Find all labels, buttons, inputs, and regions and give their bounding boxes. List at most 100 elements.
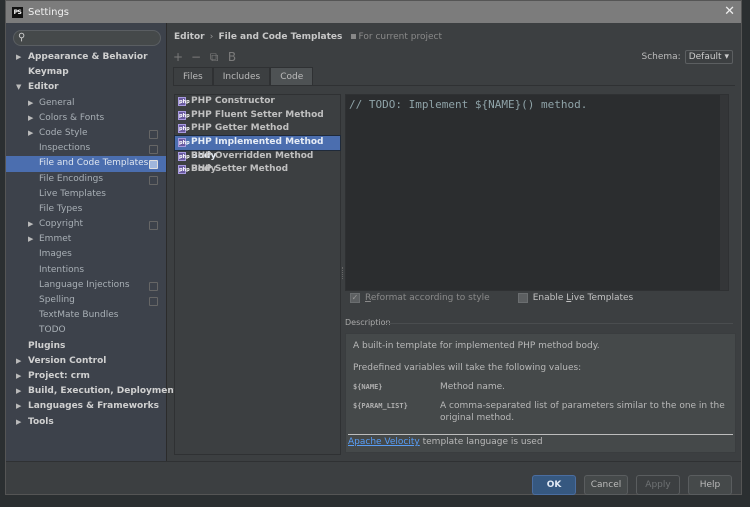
sidebar-item[interactable]: Images [6,247,166,262]
sidebar-item[interactable]: ▶ Emmet [6,232,166,247]
chevron-down-icon: ▾ [724,52,729,62]
template-item-label: PHP Constructor [191,96,275,106]
sidebar-item[interactable]: Intentions [6,263,166,278]
sidebar-item[interactable]: ▶ General [6,96,166,111]
editor-content[interactable]: // TODO: Implement ${NAME}() method. [349,98,587,111]
template-item[interactable]: php PHP Setter Method [175,163,340,177]
sidebar-item[interactable]: File Types [6,202,166,217]
php-file-icon: php [178,151,190,161]
collapse-arrow-icon[interactable]: ▶ [16,369,21,384]
project-scope-icon [149,221,158,231]
template-item-label: PHP Fluent Setter Method [191,109,324,120]
sidebar-item[interactable]: TextMate Bundles [6,308,166,323]
sidebar-item[interactable]: Spelling [6,293,166,308]
expand-arrow-icon[interactable]: ▼ [16,80,21,95]
checkbox-checked-icon: ✓ [350,293,360,303]
project-scope-icon [149,160,158,170]
project-icon [350,34,356,39]
sidebar-item[interactable]: ▶ Code Style [6,126,166,141]
reformat-checkbox[interactable]: ✓ Reformat according to style [350,293,490,303]
sidebar-item-label: Plugins [28,340,66,351]
schema-selector: Schema: Default ▾ [641,50,733,64]
copy-icon[interactable]: ⧉ [208,50,220,65]
php-file-icon: php [178,110,190,120]
sidebar-item[interactable]: Language Injections [6,278,166,293]
sidebar-item[interactable]: Inspections [6,141,166,156]
sidebar-item-label: Copyright [39,219,83,230]
description-footer: Apache Velocity template language is use… [348,437,543,447]
tab-files[interactable]: Files [173,67,213,86]
sidebar-item[interactable]: ▶ Version Control [6,354,166,369]
sidebar-item-label: Language Injections [39,279,130,290]
template-item[interactable]: php PHP Constructor [175,95,340,109]
sidebar-item[interactable]: ▶ Project: crm [6,369,166,384]
schema-value: Default [688,52,722,62]
sidebar-item-label: Spelling [39,295,75,305]
sidebar-item-label: Version Control [28,355,107,366]
editor-scrollbar[interactable] [720,95,728,290]
sidebar-item[interactable]: ▶ Tools [6,415,166,430]
sidebar-item-label: Images [39,249,72,260]
description-panel: A built-in template for implemented PHP … [345,333,736,453]
help-button[interactable]: Help [688,475,732,495]
sidebar-item-label: Appearance & Behavior [28,52,148,62]
close-icon[interactable]: ✕ [724,4,735,19]
description-intro: A built-in template for implemented PHP … [353,341,600,351]
collapse-arrow-icon[interactable]: ▶ [16,384,21,399]
sidebar-item[interactable]: ▶ Languages & Frameworks [6,399,166,414]
sidebar-item[interactable]: Live Templates [6,187,166,202]
collapse-arrow-icon[interactable]: ▶ [28,126,33,141]
reset-icon[interactable]: B [226,50,238,65]
label-text: ive Templates [571,293,634,303]
cancel-button[interactable]: Cancel [584,475,628,495]
sidebar-item[interactable]: ▶ Colors & Fonts [6,111,166,126]
template-item[interactable]: php PHP Implemented Method Body [174,135,341,161]
sidebar-item[interactable]: File and Code Templates [6,156,166,172]
ok-button[interactable]: OK [532,475,576,495]
description-vars-intro: Predefined variables will take the follo… [353,363,582,373]
project-scope-icon [149,129,158,139]
tab-includes[interactable]: Includes [212,67,271,86]
tab-code[interactable]: Code [270,67,314,86]
collapse-arrow-icon[interactable]: ▶ [28,96,33,111]
breadcrumb-item: Editor [174,32,205,42]
collapse-arrow-icon[interactable]: ▶ [16,50,21,65]
template-item[interactable]: php PHP Getter Method [175,122,340,136]
sidebar-item[interactable]: ▶ Copyright [6,217,166,232]
dialog-buttons: OK Cancel Apply Help [532,475,732,495]
project-scope-icon [149,297,158,306]
schema-dropdown[interactable]: Default ▾ [684,50,733,64]
apache-velocity-link[interactable]: Apache Velocity [348,437,420,447]
collapse-arrow-icon[interactable]: ▶ [28,111,33,126]
search-input[interactable]: ⚲ [13,30,161,46]
remove-icon[interactable]: − [190,50,202,65]
variable-description: A comma-separated list of parameters sim… [440,401,725,423]
sidebar-item[interactable]: ▶ Build, Execution, Deployment [6,384,178,399]
apply-button[interactable]: Apply [636,475,680,495]
collapse-arrow-icon[interactable]: ▶ [28,232,33,247]
label-text: Enable [532,293,567,303]
sidebar-item[interactable]: TODO [6,323,166,338]
template-item[interactable]: php PHP Fluent Setter Method [175,109,340,123]
enable-live-templates-checkbox[interactable]: Enable Live Templates [517,293,634,303]
settings-sidebar: ⚲ ▶ Appearance & Behavior Keymap ▼ Editor ▶ Ge… [6,23,178,461]
sidebar-item-label: File Types [39,203,83,214]
footer-divider [6,461,741,462]
description-divider [385,323,733,324]
breadcrumb-item: File and Code Templates [218,32,343,42]
sidebar-item-label: Project: crm [28,370,90,381]
label-text: eformat according to style [370,293,490,303]
collapse-arrow-icon[interactable]: ▶ [16,354,21,369]
sidebar-item[interactable]: ▼ Editor [6,80,166,95]
sidebar-item[interactable]: File Encodings [6,172,166,187]
collapse-arrow-icon[interactable]: ▶ [16,415,21,430]
collapse-arrow-icon[interactable]: ▶ [16,399,21,414]
sidebar-item[interactable]: Plugins [6,339,166,354]
sidebar-item[interactable]: ▶ Appearance & Behavior [6,50,166,65]
add-icon[interactable]: + [172,50,184,65]
collapse-arrow-icon[interactable]: ▶ [28,217,33,232]
sidebar-item-label: Tools [28,416,54,427]
sidebar-item[interactable]: Keymap [6,65,166,80]
template-editor[interactable]: // TODO: Implement ${NAME}() method. [345,94,729,291]
template-item[interactable]: php PHP Overridden Method Body [175,150,340,174]
